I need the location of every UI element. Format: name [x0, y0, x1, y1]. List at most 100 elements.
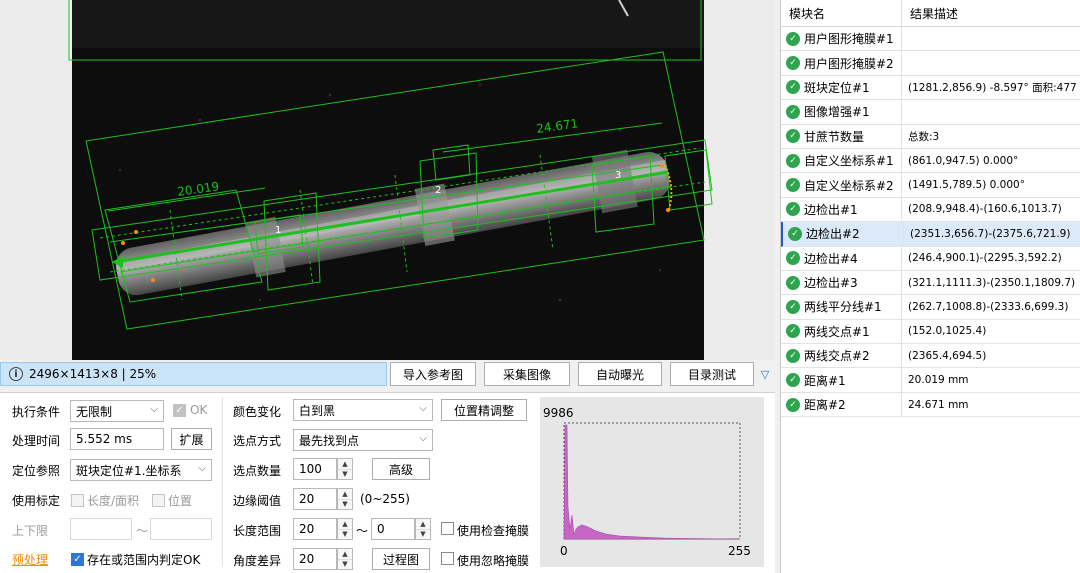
use-ignore-mask-label: 使用忽略掩膜 — [457, 554, 530, 568]
table-row[interactable]: ✓ 图像增强#1 — [781, 100, 1080, 125]
loc-ref-value: 斑块定位#1.坐标系 — [76, 463, 182, 478]
table-row[interactable]: ✓ 自定义坐标系#1 (861.0,947.5) 0.000° — [781, 148, 1080, 174]
table-row[interactable]: ✓ 两线交点#1 (152.0,1025.4) — [781, 319, 1080, 345]
fine-adjust-button[interactable]: 位置精调整 — [441, 399, 527, 421]
edge-thresh-range: (0~255) — [360, 492, 410, 506]
info-icon: i — [9, 367, 23, 381]
chevron-down-icon: ⌵ — [419, 433, 427, 444]
ok-checkbox[interactable]: ✓ — [173, 404, 186, 417]
table-row[interactable]: ✓ 边检出#2 (2351.3,656.7)-(2375.6,721.9) — [781, 222, 1080, 247]
auto-exposure-button[interactable]: 自动曝光 — [578, 362, 662, 386]
table-row[interactable]: ✓ 距离#1 20.019 mm — [781, 368, 1080, 393]
pick-mode-label: 选点方式 — [233, 434, 282, 448]
exist-ok-checkbox[interactable]: ✓ — [71, 553, 84, 566]
histogram-chart: 9986 0 255 — [543, 406, 751, 558]
inspection-image: 20.019 24.671 1 2 3 — [68, 0, 713, 360]
calib-length-checkbox[interactable] — [71, 494, 84, 507]
module-name: 甘蔗节数量 — [804, 129, 865, 144]
angle-diff-input[interactable]: 20 — [293, 548, 337, 570]
process-image-button[interactable]: 过程图 — [372, 548, 430, 570]
upper-limit-input[interactable] — [150, 518, 212, 540]
result-desc: (1281.2,856.9) -8.597° 面积:477 — [908, 81, 1077, 94]
col-result-desc[interactable]: 结果描述 — [902, 0, 1080, 26]
preprocess-link[interactable]: 预处理 — [12, 551, 48, 568]
module-cell: ✓ 边检出#1 — [781, 197, 902, 222]
advanced-button[interactable]: 高级 — [372, 458, 430, 480]
chevron-down-icon: ⌵ — [150, 404, 158, 415]
table-row[interactable]: ✓ 自定义坐标系#2 (1491.5,789.5) 0.000° — [781, 173, 1080, 198]
loc-ref-label: 定位参照 — [12, 464, 61, 478]
limits-tilde: ～ — [136, 524, 149, 538]
table-row[interactable]: ✓ 用户图形掩膜#2 — [781, 51, 1080, 76]
lower-limit-input[interactable] — [70, 518, 132, 540]
result-desc: (2351.3,656.7)-(2375.6,721.9) — [910, 227, 1071, 240]
check-circle-icon: ✓ — [786, 275, 800, 290]
length-max-value: 0 — [377, 522, 385, 536]
pick-count-input[interactable]: 100 — [293, 458, 337, 480]
import-reference-button[interactable]: 导入参考图 — [390, 362, 476, 386]
results-table: 模块名 结果描述 ✓ 用户图形掩膜#1 ✓ 用户图形掩膜#2 ✓ 斑块定位#1 (1281.… — [780, 0, 1080, 573]
table-row[interactable]: ✓ 两线交点#2 (2365.4,694.5) — [781, 344, 1080, 369]
length-max-spinner[interactable]: ▲ ▼ — [415, 518, 431, 540]
directory-test-button[interactable]: 目录测试 — [670, 362, 754, 386]
exec-condition-label: 执行条件 — [12, 405, 61, 419]
color-change-select[interactable]: 白到黑 ⌵ — [293, 399, 433, 421]
length-min-input[interactable]: 20 — [293, 518, 337, 540]
exec-condition-select[interactable]: 无限制 ⌵ — [70, 400, 164, 422]
results-rows: ✓ 用户图形掩膜#1 ✓ 用户图形掩膜#2 ✓ 斑块定位#1 (1281.2,856.9) … — [781, 27, 1080, 418]
edge-thresh-label: 边缘阈值 — [233, 494, 282, 508]
module-name: 边检出#1 — [804, 202, 858, 217]
expand-button[interactable]: 扩展 — [171, 428, 212, 450]
module-cell: ✓ 两线平分线#1 — [781, 295, 902, 319]
table-row[interactable]: ✓ 甘蔗节数量 总数:3 — [781, 124, 1080, 149]
result-desc: (2365.4,694.5) — [908, 349, 987, 362]
result-desc: 24.671 mm — [908, 398, 969, 411]
table-row[interactable]: ✓ 两线平分线#1 (262.7,1008.8)-(2333.6,699.3) — [781, 295, 1080, 320]
col-module-name[interactable]: 模块名 — [781, 0, 902, 26]
module-name: 自定义坐标系#2 — [804, 178, 894, 193]
check-circle-icon: ✓ — [786, 178, 800, 193]
table-row[interactable]: ✓ 边检出#4 (246.4,900.1)-(2295.3,592.2) — [781, 246, 1080, 271]
check-circle-icon: ✓ — [786, 56, 800, 71]
result-desc — [902, 51, 1080, 74]
image-viewer[interactable]: 20.019 24.671 1 2 3 — [0, 0, 775, 360]
module-cell: ✓ 距离#2 — [781, 392, 902, 417]
length-range-tilde: ～ — [356, 524, 369, 538]
length-max-input[interactable]: 0 — [371, 518, 415, 540]
table-row[interactable]: ✓ 斑块定位#1 (1281.2,856.9) -8.597° 面积:477 — [781, 75, 1080, 101]
table-row[interactable]: ✓ 边检出#1 (208.9,948.4)-(160.6,1013.7) — [781, 197, 1080, 223]
image-info-text: 2496×1413×8 | 25% — [29, 367, 157, 381]
pick-count-spinner[interactable]: ▲ ▼ — [337, 458, 353, 480]
edge-thresh-spinner[interactable]: ▲ ▼ — [337, 488, 353, 510]
app-window: 20.019 24.671 1 2 3 i 2496×1413×8 | 25% … — [0, 0, 1080, 573]
exist-ok-label: 存在或范围内判定OK — [87, 553, 201, 567]
table-row[interactable]: ✓ 边检出#3 (321.1,1111.3)-(2350.1,1809.7) — [781, 270, 1080, 296]
histogram-x-min: 0 — [560, 544, 568, 558]
module-cell: ✓ 用户图形掩膜#1 — [781, 27, 902, 51]
capture-image-button[interactable]: 采集图像 — [484, 362, 570, 386]
table-row[interactable]: ✓ 用户图形掩膜#1 — [781, 27, 1080, 52]
module-name: 自定义坐标系#1 — [804, 154, 894, 169]
result-desc — [902, 27, 1080, 50]
loc-ref-select[interactable]: 斑块定位#1.坐标系 ⌵ — [70, 459, 212, 481]
result-desc: 20.019 mm — [908, 374, 969, 387]
node-label-2: 2 — [435, 185, 441, 196]
calib-position-checkbox[interactable] — [152, 494, 165, 507]
calib-position-label: 位置 — [168, 494, 193, 508]
module-cell: ✓ 两线交点#1 — [781, 319, 902, 344]
length-min-value: 20 — [299, 522, 315, 536]
table-row[interactable]: ✓ 距离#2 24.671 mm — [781, 392, 1080, 418]
result-desc: (321.1,1111.3)-(2350.1,1809.7) — [908, 276, 1076, 289]
angle-diff-spinner[interactable]: ▲ ▼ — [337, 548, 353, 570]
module-name: 斑块定位#1 — [804, 80, 870, 95]
pick-mode-select[interactable]: 最先找到点 ⌵ — [293, 429, 433, 451]
edge-thresh-input[interactable]: 20 — [293, 488, 337, 510]
check-circle-icon: ✓ — [786, 324, 800, 339]
chevron-down-icon: ⌵ — [198, 463, 206, 474]
histogram-panel: 9986 0 255 — [540, 397, 764, 567]
module-name: 两线交点#1 — [804, 324, 870, 339]
chevron-down-icon[interactable]: ▽ — [757, 366, 773, 382]
length-min-spinner[interactable]: ▲ ▼ — [337, 518, 353, 540]
use-check-mask-checkbox[interactable] — [441, 522, 454, 535]
use-ignore-mask-checkbox[interactable] — [441, 552, 454, 565]
